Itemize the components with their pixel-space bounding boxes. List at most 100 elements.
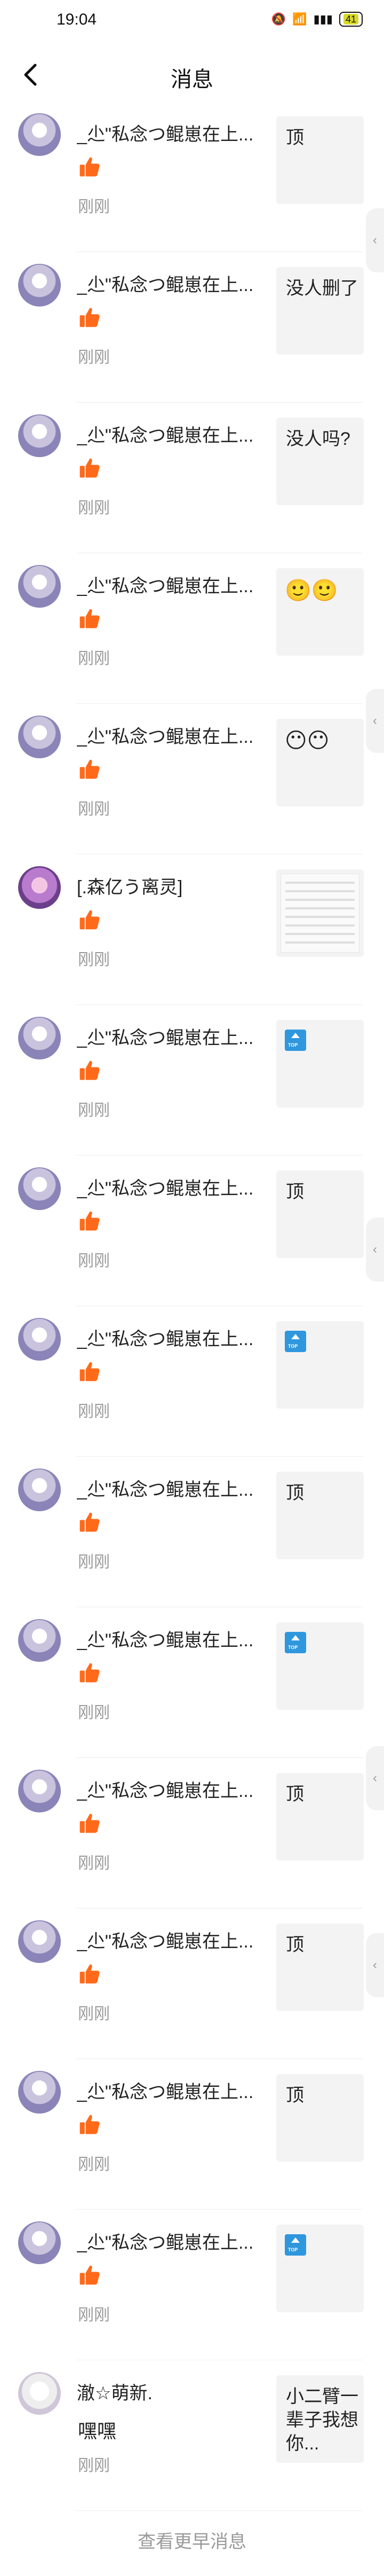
avatar[interactable] [18,2221,61,2264]
sender-name[interactable]: _尐"私念つ鲲崽在上... [77,722,258,748]
message-row[interactable]: _尐"私念つ鲲崽在上... 刚刚 没人吗? [0,403,384,553]
sender-name[interactable]: _尐"私念つ鲲崽在上... [77,571,258,598]
sender-name[interactable]: _尐"私念つ鲲崽在上... [77,2077,258,2103]
message-row[interactable]: _尐"私念つ鲲崽在上... 刚刚 [0,1005,384,1156]
avatar[interactable] [18,1318,61,1361]
load-more-link[interactable]: 查看更早消息 [0,2527,384,2553]
message-row[interactable]: _尐"私念つ鲲崽在上... 刚刚 顶 [0,1758,384,1909]
timestamp: 刚刚 [78,2005,110,2023]
timestamp: 刚刚 [78,2156,110,2173]
preview-text: 顶 [286,1483,304,1503]
timestamp: 刚刚 [78,1553,110,1571]
top-arrow-icon [285,1331,306,1352]
timestamp: 刚刚 [78,499,110,517]
avatar[interactable] [18,1619,61,1662]
message-row[interactable]: 澈☆萌新. 嘿嘿 刚刚 小二臂一辈子我想你... [0,2360,384,2511]
avatar[interactable] [18,716,61,758]
status-bar: 19:04 🔕 📶 ▮▮▮ 41 [0,0,384,47]
nav-bar: 消息 [0,47,384,100]
thumbs-up-icon [79,1211,100,1231]
message-row[interactable]: _尐"私念つ鲲崽在上... 刚刚 顶 [0,1457,384,1607]
thumbs-up-icon [79,1362,100,1381]
post-preview[interactable]: 没人删了 [276,267,364,355]
side-tab-handle[interactable]: ‹ [366,1933,384,1997]
message-row[interactable]: _尐"私念つ鲲崽在上... 刚刚 没人删了 [0,252,384,403]
message-row[interactable]: _尐"私念つ鲲崽在上... 刚刚 [0,2210,384,2360]
post-preview[interactable]: 🙂🙂 [276,568,364,656]
timestamp: 刚刚 [78,1102,110,1119]
post-preview[interactable] [276,869,364,957]
message-row[interactable]: _尐"私念つ鲲崽在上... 刚刚 🙂🙂 [0,553,384,704]
wifi-icon: 📶 [292,12,307,26]
avatar[interactable] [18,264,61,307]
message-row[interactable]: _尐"私念つ鲲崽在上... 刚刚 顶 [0,1909,384,2059]
thumbs-up-icon [79,609,100,629]
thumbs-up-icon [79,1512,100,1532]
timestamp: 刚刚 [78,349,110,366]
side-tab-handle[interactable]: ‹ [366,689,384,753]
sender-name[interactable]: _尐"私念つ鲲崽在上... [77,421,258,447]
post-preview[interactable] [276,1020,364,1108]
avatar[interactable] [18,1770,61,1812]
post-preview[interactable]: 没人吗? [276,418,364,505]
signal-icon: ▮▮▮ [313,12,333,26]
mute-icon: 🔕 [271,12,286,26]
side-tab-handle[interactable]: ‹ [366,1218,384,1282]
avatar[interactable] [18,1167,61,1210]
message-row[interactable]: _尐"私念つ鲲崽在上... 刚刚 顶 [0,101,384,252]
post-preview[interactable] [276,2225,364,2312]
message-row[interactable]: _尐"私念つ鲲崽在上... 刚刚 顶 [0,2059,384,2210]
post-preview[interactable]: 小二臂一辈子我想你... [276,2375,364,2463]
preview-text: 小二臂一辈子我想你... [286,2386,358,2454]
avatar[interactable] [18,565,61,608]
message-row[interactable]: _尐"私念つ鲲崽在上... 刚刚 😶😶 [0,704,384,854]
sender-name[interactable]: _尐"私念つ鲲崽在上... [77,1324,258,1350]
sender-name[interactable]: _尐"私念つ鲲崽在上... [77,1475,258,1501]
preview-text: 没人吗? [286,429,350,449]
timestamp: 刚刚 [78,650,110,667]
message-row[interactable]: _尐"私念つ鲲崽在上... 刚刚 顶 [0,1156,384,1306]
sender-name[interactable]: _尐"私念つ鲲崽在上... [77,120,258,146]
sender-name[interactable]: _尐"私念つ鲲崽在上... [77,1174,258,1200]
sender-name[interactable]: _尐"私念つ鲲崽在上... [77,2228,258,2254]
thumbs-up-icon [79,458,100,478]
post-preview[interactable]: 顶 [276,1171,364,1258]
post-preview[interactable]: 顶 [276,1773,364,1860]
status-icons: 🔕 📶 ▮▮▮ 41 [271,12,363,27]
avatar[interactable] [18,1920,61,1963]
thumbs-up-icon [79,1964,100,1984]
post-preview[interactable]: 顶 [276,116,364,204]
avatar[interactable] [18,1017,61,1059]
post-preview[interactable]: 顶 [276,2074,364,2162]
message-row[interactable]: _尐"私念つ鲲崽在上... 刚刚 [0,1607,384,1758]
post-preview[interactable] [276,1321,364,1409]
avatar[interactable] [18,2071,61,2114]
thumbs-up-icon [79,157,100,177]
post-preview[interactable]: 顶 [276,1923,364,2011]
message-row[interactable]: [.森亿う离灵] 刚刚 [0,854,384,1005]
sender-name[interactable]: _尐"私念つ鲲崽在上... [77,1776,258,1802]
message-row[interactable]: _尐"私念つ鲲崽在上... 刚刚 [0,1306,384,1457]
avatar[interactable] [18,866,61,909]
side-tab-handle[interactable]: ‹ [366,1746,384,1810]
sender-name[interactable]: _尐"私念つ鲲崽在上... [77,1625,258,1652]
status-time: 19:04 [57,11,97,28]
sender-name[interactable]: 澈☆萌新. [77,2378,258,2405]
sender-name[interactable]: [.森亿う离灵] [77,873,258,899]
avatar[interactable] [18,113,61,156]
timestamp: 刚刚 [78,198,110,216]
avatar[interactable] [18,2372,61,2415]
screenshot-thumbnail [281,874,359,953]
post-preview[interactable] [276,1622,364,1710]
post-preview[interactable]: 😶😶 [276,719,364,806]
side-tab-handle[interactable]: ‹ [366,208,384,272]
avatar[interactable] [18,1468,61,1511]
post-preview[interactable]: 顶 [276,1472,364,1559]
thumbs-up-icon [79,1813,100,1833]
sender-name[interactable]: _尐"私念つ鲲崽在上... [77,270,258,296]
preview-text: 顶 [286,128,304,148]
avatar[interactable] [18,414,61,457]
sender-name[interactable]: _尐"私念つ鲲崽在上... [77,1927,258,1953]
thumbs-up-icon [79,308,100,327]
sender-name[interactable]: _尐"私念つ鲲崽在上... [77,1023,258,1049]
